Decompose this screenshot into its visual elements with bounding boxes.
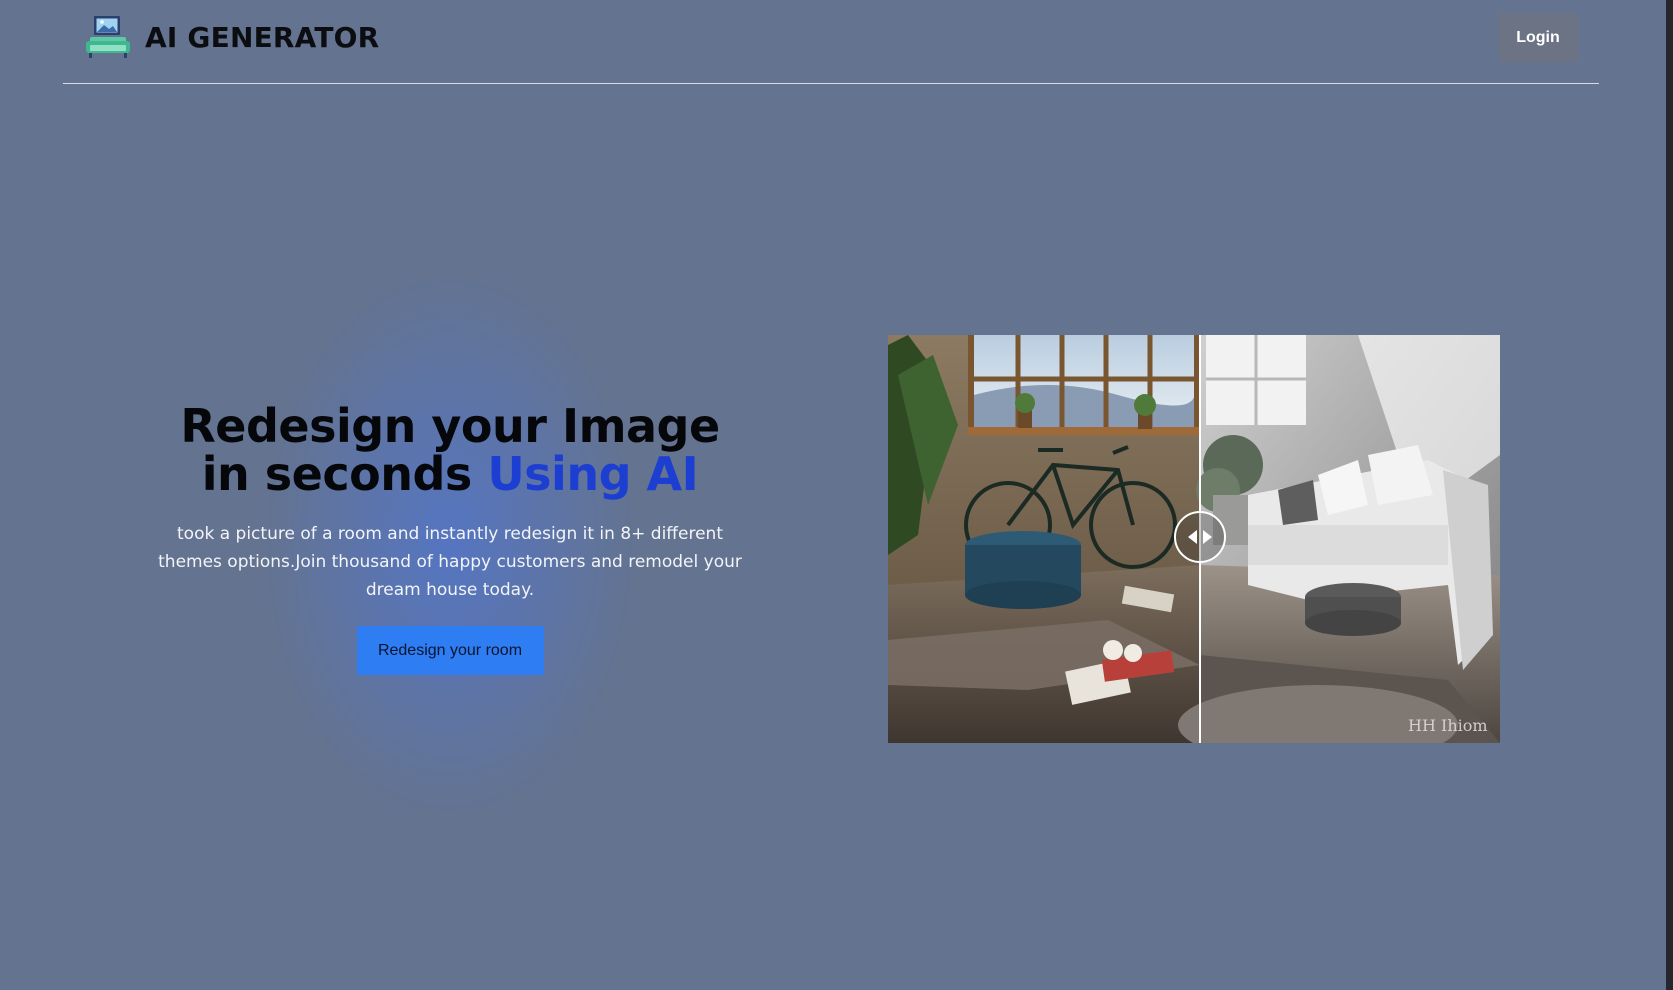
room-sofa-icon[interactable] [84, 15, 132, 60]
hero-description: took a picture of a room and instantly r… [158, 524, 742, 600]
arrows-left-right-icon[interactable] [1174, 511, 1226, 563]
hero-headline: Redesign your Image in seconds Using AI [150, 402, 750, 498]
before-after-slider[interactable]: HH Ihiom [888, 335, 1500, 743]
redesign-room-button[interactable]: Redesign your room [356, 626, 544, 675]
hero-section: Redesign your Image in seconds Using AI … [150, 402, 750, 675]
login-button[interactable]: Login [1498, 13, 1578, 62]
brand-title[interactable]: AI GENERATOR [145, 21, 379, 54]
top-navbar: AI GENERATOR Login [63, 0, 1599, 84]
after-image: HH Ihiom [1178, 335, 1500, 743]
window-edge [1666, 0, 1673, 990]
image-watermark: HH Ihiom [1408, 716, 1488, 735]
headline-accent-text: Using AI [487, 447, 699, 501]
before-image [888, 335, 1200, 743]
